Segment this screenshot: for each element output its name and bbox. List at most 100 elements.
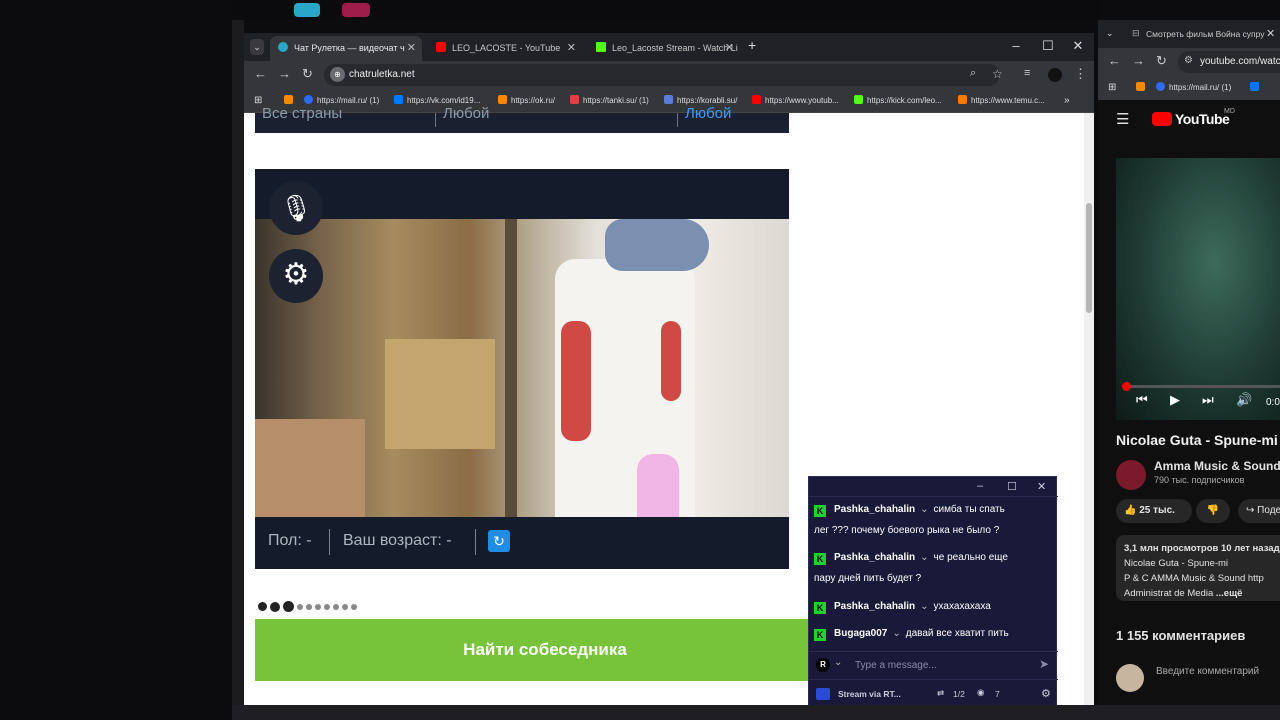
desktop-app-icon[interactable] [342, 3, 370, 17]
hamburger-menu-icon[interactable]: ☰ [1116, 110, 1129, 128]
scrollbar[interactable] [1084, 113, 1094, 705]
filter-bar: Все страны Любой Любой [255, 105, 789, 133]
bookmark-item[interactable]: https://vk.com/id19... [394, 95, 480, 105]
close-tab-icon[interactable]: ✕ [567, 36, 576, 61]
youtube-header: ☰ YouTube MD [1098, 100, 1280, 140]
chat-message-input[interactable]: Type a message... [855, 660, 937, 671]
bookmark-ok-icon[interactable] [284, 95, 297, 105]
age-label: Ваш возраст: - [343, 532, 452, 549]
profile-avatar-icon[interactable] [1048, 68, 1062, 82]
age-filter[interactable]: Любой [685, 105, 731, 122]
tab-search-icon[interactable]: ⌄ [250, 39, 264, 55]
viewers-eye-icon: ◉ [977, 687, 985, 697]
address-bar[interactable]: ⊕ chatruletka.net ⌕ [324, 64, 1000, 86]
bookmark-item[interactable]: https://korabli.su/ [664, 95, 737, 105]
play-icon[interactable]: ▶ [1170, 392, 1180, 408]
reload-icon[interactable]: ↻ [302, 66, 313, 82]
next-icon[interactable]: ⏭ [1202, 392, 1214, 408]
youtube-logo-icon[interactable] [1152, 112, 1172, 126]
bookmark-item[interactable]: https://tanki.su/ (1) [570, 95, 649, 105]
minimize-button[interactable]: – [1006, 38, 1026, 53]
video-title: Nicolae Guta - Spune-mi [1116, 432, 1278, 448]
youtube-logo-text[interactable]: YouTube [1175, 111, 1230, 127]
tanki-icon [570, 95, 579, 104]
bookmark-item[interactable]: https://www.temu.c... [958, 95, 1045, 105]
bookmark-item[interactable] [1250, 82, 1263, 92]
refresh-icon[interactable]: ↻ [488, 530, 510, 552]
microphone-icon[interactable]: 🎙 [269, 181, 323, 235]
chat-input-row: R ⌄ Type a message... ➤ [809, 651, 1058, 679]
chat-minimize-button[interactable]: – [977, 480, 983, 492]
bookmark-item[interactable]: https://mail.ru/ (1) [304, 95, 379, 105]
channel-name[interactable]: Amma Music & Sound [1154, 459, 1280, 473]
previous-icon[interactable]: ⏮ [1136, 392, 1148, 408]
chat-maximize-button[interactable]: ☐ [1007, 480, 1017, 493]
bookmark-item[interactable]: https://kick.com/leo... [854, 95, 942, 105]
video-progress-bar[interactable] [1122, 382, 1280, 391]
close-window-button[interactable]: ✕ [1068, 38, 1088, 54]
apps-grid-icon[interactable]: ⊞ [1108, 82, 1116, 93]
bookmark-item[interactable]: https://www.youtub... [752, 95, 839, 105]
chevron-down-icon[interactable]: ⌄ [834, 657, 842, 668]
chevron-down-icon[interactable]: ⌄ [920, 504, 928, 515]
maximize-button[interactable]: ☐ [1038, 38, 1058, 54]
back-icon[interactable]: ← [1108, 53, 1121, 68]
find-partner-button[interactable]: Найти собеседника [255, 619, 835, 681]
country-filter[interactable]: Все страны [262, 105, 342, 122]
webcam-scene [605, 219, 709, 271]
share-button[interactable]: ↪ Поде [1238, 499, 1280, 523]
gender-filter[interactable]: Любой [443, 105, 489, 122]
user-avatar-icon[interactable]: R [816, 658, 830, 672]
site-info-icon[interactable]: ⚙ [1184, 55, 1193, 66]
back-icon[interactable]: ← [254, 66, 267, 81]
reading-list-icon[interactable]: ≡ [1024, 67, 1030, 79]
dislike-button[interactable]: 👎 [1196, 499, 1230, 523]
kick-icon: K [814, 629, 826, 641]
webcam-scene [255, 419, 365, 517]
url-text: youtube.com/watc [1200, 56, 1280, 67]
desktop-app-icon[interactable] [294, 3, 320, 17]
video-description[interactable]: 3,1 млн просмотров 10 лет назад Nicolae … [1116, 535, 1280, 601]
chevron-down-icon[interactable]: ⌄ [920, 601, 928, 612]
video-panel: 🎙 ⚙ Пол: - Ваш возраст: - ↻ [255, 169, 789, 569]
close-tab-icon[interactable]: ✕ [407, 36, 416, 61]
scrollbar-thumb[interactable] [1086, 203, 1092, 313]
bookmark-ok-icon[interactable] [1136, 82, 1149, 92]
tab-chatruletka[interactable]: Чат Рулетка — видеочат ч ✕ [270, 36, 422, 61]
like-button[interactable]: 👍 25 тыс. [1116, 499, 1192, 523]
youtube-icon [752, 95, 761, 104]
bookmarks-bar: ⊞ https://mail.ru/ (1) https://vk.com/id… [244, 89, 1094, 113]
comment-input[interactable]: Введите комментарий [1156, 666, 1259, 677]
close-tab-icon[interactable]: ✕ [1266, 27, 1275, 40]
new-tab-button[interactable]: + [748, 37, 756, 53]
site-info-icon[interactable]: ⊕ [330, 67, 345, 82]
region-badge: MD [1224, 108, 1235, 115]
tab-search-icon[interactable]: ⌄ [1106, 28, 1114, 39]
scrubber-handle[interactable] [1122, 382, 1131, 391]
forward-icon[interactable]: → [1132, 53, 1145, 68]
divider [329, 529, 330, 555]
toggle-icon[interactable]: ⇄ [937, 688, 944, 699]
tab-label[interactable]: Смотреть фильм Война супру [1146, 29, 1265, 39]
video-player[interactable] [1116, 158, 1280, 420]
settings-gear-icon[interactable]: ⚙ [1041, 687, 1051, 700]
chat-close-button[interactable]: ✕ [1037, 480, 1046, 493]
show-more-link[interactable]: ...ещё [1216, 588, 1243, 599]
close-tab-icon[interactable]: ✕ [725, 36, 734, 61]
send-icon[interactable]: ➤ [1039, 657, 1049, 671]
menu-kebab-icon[interactable]: ⋮ [1074, 66, 1087, 82]
bookmark-star-icon[interactable]: ☆ [992, 67, 1003, 81]
bookmark-item[interactable]: https://ok.ru/ [498, 95, 555, 105]
tab-kick[interactable]: Leo_Lacoste Stream - Watch Li ✕ [590, 36, 740, 61]
channel-avatar[interactable] [1116, 460, 1146, 490]
reload-icon[interactable]: ↻ [1156, 53, 1167, 69]
chevron-down-icon[interactable]: ⌄ [892, 628, 900, 639]
more-bookmarks-icon[interactable]: » [1064, 95, 1070, 106]
volume-icon[interactable]: 🔊 [1236, 392, 1252, 408]
chevron-down-icon[interactable]: ⌄ [920, 552, 928, 563]
tab-youtube[interactable]: LEO_LACOSTE - YouTube ✕ [430, 36, 582, 61]
forward-icon[interactable]: → [278, 66, 291, 81]
bookmark-item[interactable]: https://mail.ru/ (1) [1156, 82, 1231, 92]
settings-gear-icon[interactable]: ⚙ [269, 249, 323, 303]
zoom-icon[interactable]: ⌕ [970, 67, 976, 80]
